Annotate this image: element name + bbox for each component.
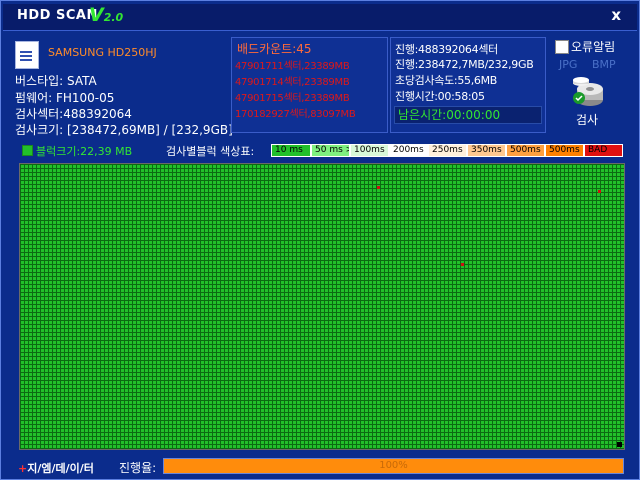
error-alarm-label[interactable]: 오류알림 [571,38,615,55]
app-title: HDD SCAN [17,8,98,23]
app-window: HDD SCAN V2.0 x SAMSUNG HD250HJ 버스타입: SA… [0,0,640,480]
block-map [19,163,625,450]
legend-swatch: 350ms > [467,144,506,157]
legend-swatch: 100ms > [350,144,389,157]
scan-disk-icon[interactable] [570,75,606,109]
legend-swatch: 250ms > [428,144,467,157]
progress-bar: 100% [163,458,624,474]
bmp-option[interactable]: BMP [592,58,616,71]
brand-logo: +지/엠/데/이/터 [18,462,94,475]
bad-count: 배드카운트:45 [237,42,312,56]
title-bar[interactable]: HDD SCAN V2.0 x [3,4,637,31]
bad-block [598,190,601,193]
legend-swatch: 500ms < [545,144,584,157]
progress-percent: 100% [379,460,408,471]
block-map-end [617,442,622,447]
bad-sector-item: 47901711섹터,23389MB [235,61,350,72]
error-alarm-checkbox[interactable] [555,40,569,54]
scan-speed: 초당검사속도:55,6MB [395,74,498,87]
progress-label: 진행율: [119,461,157,475]
bad-block [461,263,464,266]
block-color-square [22,145,33,156]
close-button[interactable]: x [611,6,621,24]
bad-sector-item: 170182927섹터,83097MB [235,109,356,120]
block-size: 블럭크기:22,39 MB [36,145,133,158]
scan-button[interactable]: 검사 [576,111,598,128]
progress-panel: 진행:488392064섹터 진행:238472,7MB/232,9GB 초당검… [390,37,546,133]
firmware: 펌웨어: FH100-05 [15,91,115,105]
bad-sector-panel: 배드카운트:45 47901711섹터,23389MB 47901714섹터,2… [231,37,388,133]
progress-size: 진행:238472,7MB/232,9GB [395,58,534,71]
jpg-option[interactable]: JPG [559,58,577,71]
legend-swatch: 500ms > [506,144,545,157]
scan-size: 검사크기: [238472,69MB] / [232,9GB] [15,123,233,137]
remaining-time: 남은시간:00:00:00 [394,106,542,124]
bad-sector-item: 47901714섹터,23389MB [235,77,350,88]
scan-sectors: 검사섹터:488392064 [15,107,132,121]
legend-swatch: 10 ms [271,144,311,157]
bad-block [377,186,380,189]
legend-swatch: 200ms > [389,144,428,157]
legend-swatch: 50 ms > [311,144,350,157]
drive-model: SAMSUNG HD250HJ [48,46,157,59]
legend-label: 검사별블럭 색상표: [166,145,255,158]
progress-sectors: 진행:488392064섹터 [395,43,498,56]
legend-swatch: BAD [584,144,623,157]
bad-sector-item: 47901715섹터,23389MB [235,93,350,104]
app-version: V2.0 [89,4,124,26]
hdd-icon [15,41,39,69]
elapsed-time: 진행시간:00:58:05 [395,90,485,103]
bus-type: 버스타입: SATA [15,74,97,88]
